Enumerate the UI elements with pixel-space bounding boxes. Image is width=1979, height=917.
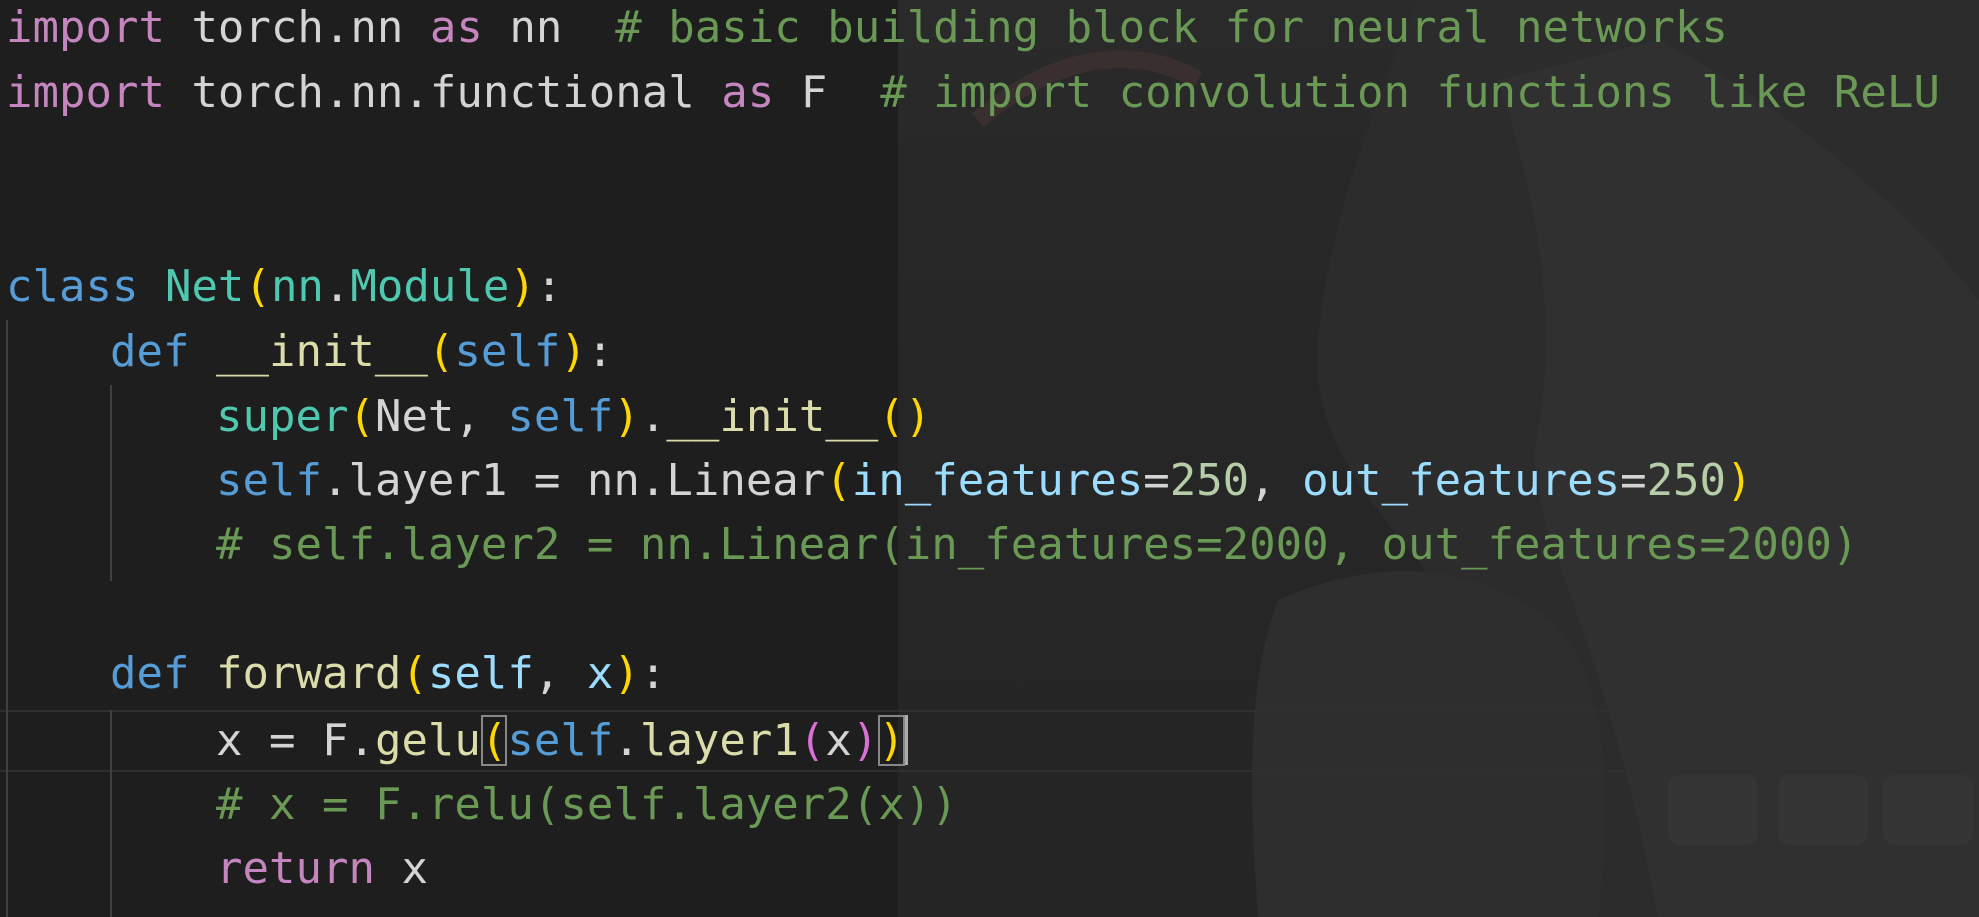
code-line-14[interactable]: return x (216, 837, 428, 901)
watermark-logo (1668, 775, 1973, 845)
keyword-as: as (721, 67, 775, 118)
keyword-as: as (429, 2, 483, 53)
code-line-6[interactable]: def __init__(self): (110, 320, 613, 384)
param-in-features: in_features (851, 455, 1144, 506)
bracket-open: ( (348, 391, 375, 442)
bracket-open: ( (825, 455, 852, 506)
code-comment: # basic building block for neural networ… (615, 2, 1728, 53)
self-ref: self (507, 715, 614, 766)
colon: : (639, 648, 667, 699)
module-name: torch.nn.functional (164, 67, 722, 118)
layer-call: layer1 (639, 715, 799, 766)
keyword-class: class (6, 261, 139, 312)
bracket-open: ( (401, 648, 428, 699)
code-editor[interactable]: import torch.nn as nn # basic building b… (0, 0, 1979, 917)
arg-net: Net, (374, 391, 508, 442)
x-param: x (586, 648, 614, 699)
self-param: self (427, 648, 534, 699)
keyword-def: def (110, 326, 190, 377)
self-param: self (454, 326, 561, 377)
bracket-close: ) (613, 391, 640, 442)
dot: . (639, 391, 667, 442)
code-comment: # x = F.relu(self.layer2(x)) (216, 779, 958, 830)
return-value: x (374, 843, 428, 894)
equals: = (1143, 455, 1170, 506)
code-line-5[interactable]: class Net(nn.Module): (6, 255, 562, 319)
dot: . (323, 261, 351, 312)
colon: : (586, 326, 614, 377)
bracket-close: ) (1726, 455, 1753, 506)
dot: . (613, 715, 640, 766)
value-out-features: 250 (1646, 455, 1727, 506)
code-line-8[interactable]: self.layer1 = nn.Linear(in_features=250,… (216, 449, 1753, 513)
module-alias: nn (482, 2, 616, 53)
code-line-1[interactable]: import torch.nn as nn # basic building b… (6, 0, 1728, 60)
base-class: Module (350, 261, 510, 312)
init-call: __init__ (666, 391, 879, 442)
bracket-close: ) (560, 326, 587, 377)
separator: , (1249, 455, 1303, 506)
call-brackets: () (878, 391, 932, 442)
indent-guide-forward (110, 710, 112, 917)
separator: , (533, 648, 587, 699)
bracket-match-open: ( (480, 715, 508, 766)
code-line-9[interactable]: # self.layer2 = nn.Linear(in_features=20… (216, 513, 1858, 577)
self-arg: self (507, 391, 614, 442)
code-comment: # import convolution functions like ReLU (880, 67, 1940, 118)
keyword-return: return (216, 843, 375, 894)
assign-lhs: x = F. (216, 715, 375, 766)
indent-guide-class (6, 320, 8, 917)
keyword-import: import (6, 2, 165, 53)
value-in-features: 250 (1169, 455, 1250, 506)
layer-assign: .layer1 = nn.Linear (321, 455, 826, 506)
function-name: __init__ (215, 326, 428, 377)
function-gelu: gelu (374, 715, 481, 766)
keyword-import: import (6, 67, 165, 118)
bracket-close: ) (613, 648, 640, 699)
function-name: forward (215, 648, 402, 699)
self-ref: self (216, 455, 322, 506)
keyword-def: def (110, 648, 190, 699)
code-comment: # self.layer2 = nn.Linear(in_features=20… (216, 519, 1859, 570)
builtin-super: super (216, 391, 349, 442)
class-name: Net (164, 261, 245, 312)
base-module: nn (270, 261, 324, 312)
bracket-open: ( (427, 326, 455, 377)
x-arg: x (825, 715, 852, 766)
code-line-7[interactable]: super(Net, self).__init__() (216, 385, 931, 449)
bracket-inner-close: ) (851, 715, 879, 766)
indent-guide-init (110, 385, 112, 581)
code-line-2[interactable]: import torch.nn.functional as F # import… (6, 61, 1940, 125)
param-out-features: out_features (1302, 455, 1621, 506)
bracket-inner-open: ( (798, 715, 826, 766)
code-line-11[interactable]: def forward(self, x): (110, 642, 666, 706)
module-name: torch.nn (164, 2, 430, 53)
bracket-open: ( (244, 261, 271, 312)
text-cursor (904, 715, 908, 765)
bracket-close: ) (509, 261, 536, 312)
colon: : (535, 261, 563, 312)
code-line-13[interactable]: # x = F.relu(self.layer2(x)) (216, 773, 958, 837)
module-alias: F (774, 67, 881, 118)
equals: = (1620, 455, 1647, 506)
bracket-match-close: ) (878, 715, 905, 766)
code-line-12[interactable]: x = F.gelu(self.layer1(x)) (216, 709, 908, 773)
